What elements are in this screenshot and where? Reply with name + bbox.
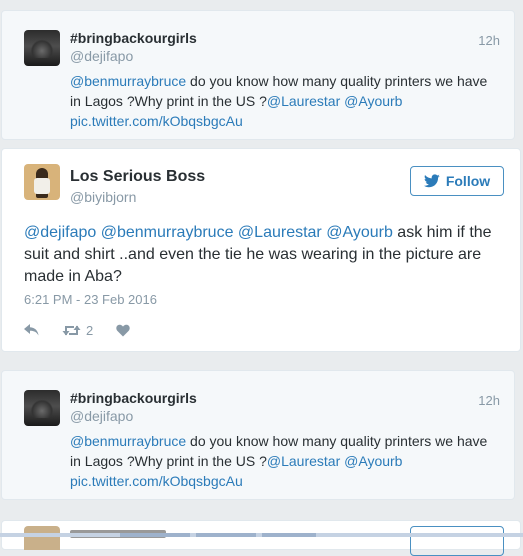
tweet-text: @benmurraybruce do you know how many qua… xyxy=(70,71,500,131)
follow-button-cropped[interactable] xyxy=(410,526,504,556)
twitter-bird-icon xyxy=(423,174,440,188)
mention-link[interactable]: @Ayourb xyxy=(344,93,402,109)
timestamp[interactable]: 12h xyxy=(478,393,500,408)
main-tweet: Los Serious Boss @biyibjorn Follow @deji… xyxy=(1,148,521,352)
tweet-actions: 2 xyxy=(24,320,130,340)
display-name[interactable]: Los Serious Boss xyxy=(70,168,205,186)
display-name[interactable]: #bringbackourgirls xyxy=(70,390,197,406)
user-handle[interactable]: @biyibjorn xyxy=(70,189,136,205)
mention-link[interactable]: @benmurraybruce xyxy=(70,433,186,449)
avatar[interactable] xyxy=(24,30,60,66)
heart-icon xyxy=(116,324,130,336)
retweet-button[interactable]: 2 xyxy=(62,323,116,338)
mention-link[interactable]: @Ayourb xyxy=(344,453,402,469)
taskbar-strip xyxy=(0,533,523,537)
mention-link[interactable]: @benmurraybruce xyxy=(70,73,186,89)
user-handle[interactable]: @dejifapo xyxy=(70,408,133,424)
avatar[interactable] xyxy=(24,390,60,426)
user-handle[interactable]: @dejifapo xyxy=(70,48,133,64)
avatar[interactable] xyxy=(24,526,60,550)
display-name[interactable]: #bringbackourgirls xyxy=(70,30,197,46)
reply-icon xyxy=(24,324,39,336)
media-link[interactable]: pic.twitter.com/kObqsbgcAu xyxy=(70,473,243,489)
tweet-text: @dejifapo @benmurraybruce @Laurestar @Ay… xyxy=(24,222,504,288)
retweet-count: 2 xyxy=(86,322,94,338)
context-tweet[interactable]: #bringbackourgirls @dejifapo 12h @benmur… xyxy=(1,370,515,500)
mention-links[interactable]: @dejifapo @benmurraybruce @Laurestar @Ay… xyxy=(24,224,393,241)
follow-button[interactable]: Follow xyxy=(410,166,504,196)
follow-label: Follow xyxy=(445,173,491,189)
taskbar-item[interactable] xyxy=(196,533,256,537)
taskbar-item[interactable] xyxy=(120,533,190,537)
retweet-icon xyxy=(62,325,81,335)
taskbar-item[interactable] xyxy=(262,533,316,537)
mention-link[interactable]: @Laurestar xyxy=(267,93,340,109)
avatar[interactable] xyxy=(24,164,60,200)
tweet-text: @benmurraybruce do you know how many qua… xyxy=(70,431,500,491)
timestamp[interactable]: 12h xyxy=(478,33,500,48)
tweet-date[interactable]: 6:21 PM - 23 Feb 2016 xyxy=(24,292,157,307)
context-tweet[interactable]: #bringbackourgirls @dejifapo 12h @benmur… xyxy=(1,10,515,140)
media-link[interactable]: pic.twitter.com/kObqsbgcAu xyxy=(70,113,243,129)
reply-button[interactable] xyxy=(24,324,62,336)
mention-link[interactable]: @Laurestar xyxy=(267,453,340,469)
like-button[interactable] xyxy=(116,324,130,337)
